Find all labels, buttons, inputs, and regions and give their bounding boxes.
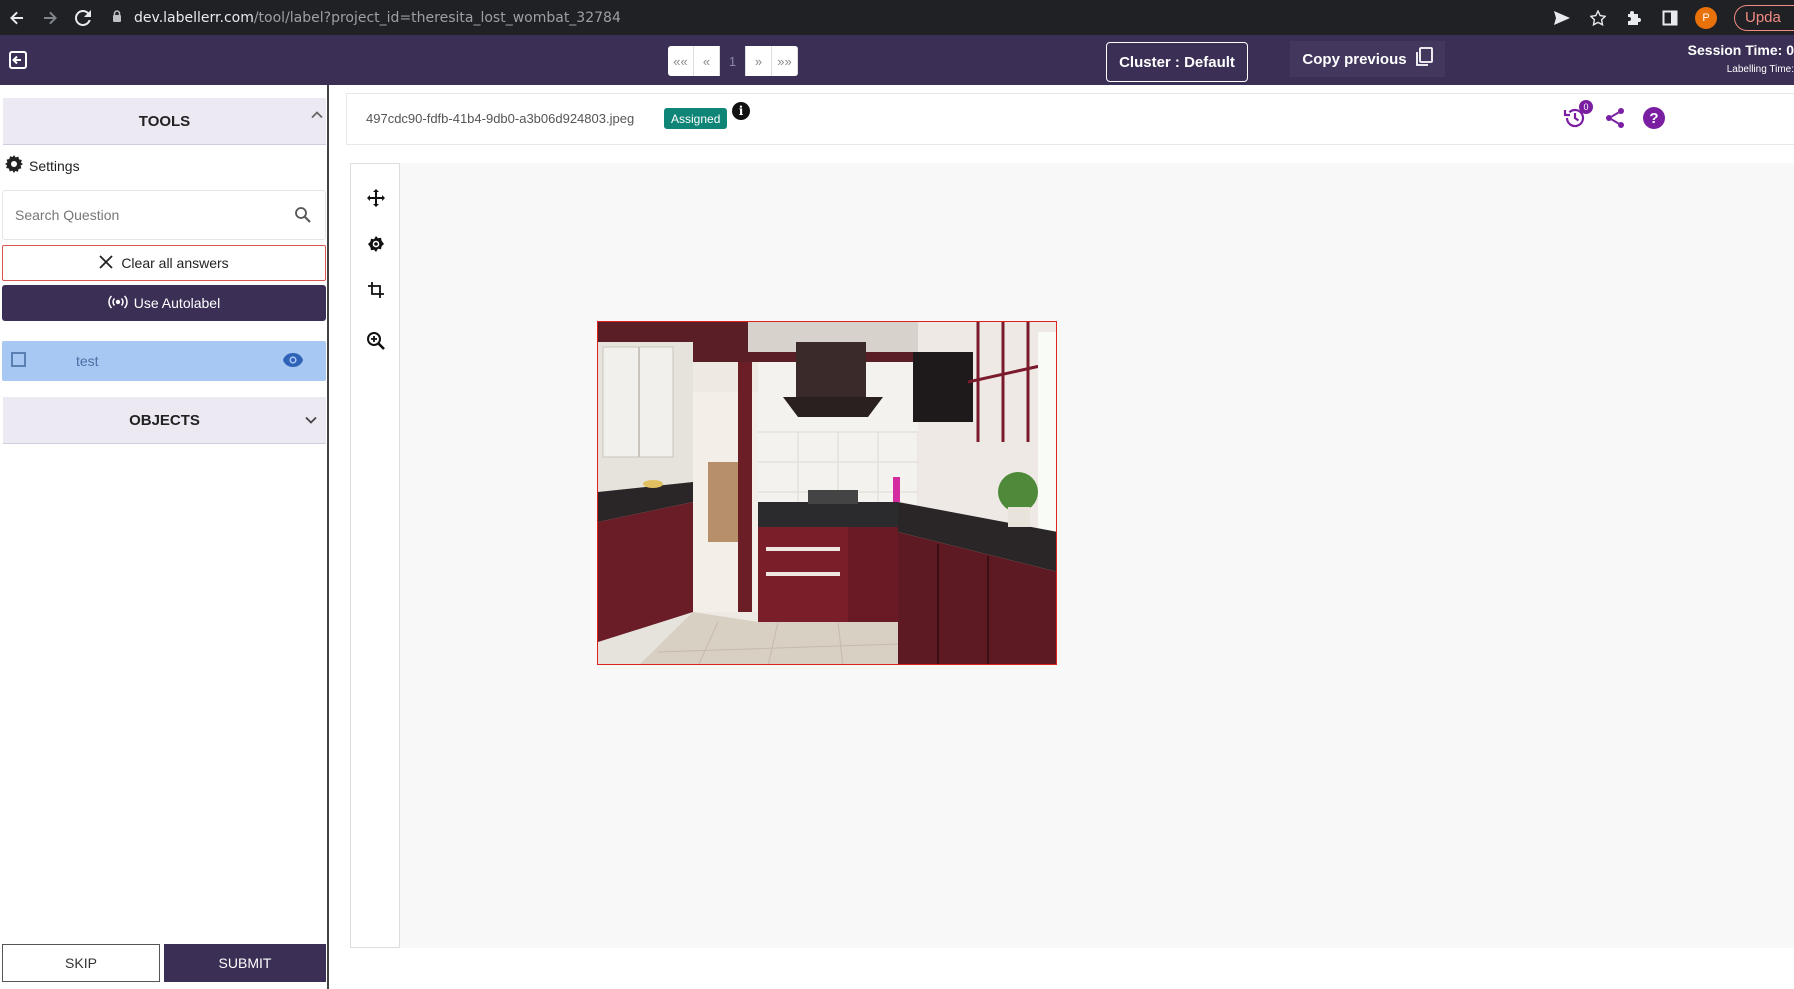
canvas-footer [346, 948, 1794, 989]
sidepanel-icon[interactable] [1652, 0, 1688, 35]
eye-icon[interactable] [282, 352, 304, 373]
share-icon[interactable] [1603, 106, 1627, 130]
chevron-down-icon [304, 413, 318, 431]
reload-icon[interactable] [66, 0, 99, 35]
last-page-button[interactable]: »» [772, 46, 798, 76]
use-autolabel-button[interactable]: Use Autolabel [2, 285, 326, 321]
extensions-icon[interactable] [1616, 0, 1652, 35]
send-icon[interactable] [1544, 0, 1580, 35]
copy-icon [1415, 47, 1433, 71]
annotation-toolbar [350, 163, 400, 948]
broadcast-icon [108, 294, 128, 312]
file-info-bar: 497cdc90-fdfb-41b4-9db0-a3b06d924803.jpe… [346, 93, 1794, 145]
current-page[interactable]: 1 [720, 46, 746, 76]
copy-previous-label: Copy previous [1302, 50, 1407, 68]
left-sidebar: TOOLS Settings Clear all answers Use Aut… [0, 85, 329, 989]
cluster-button[interactable]: Cluster : Default [1106, 42, 1248, 82]
help-icon[interactable]: ? [1643, 107, 1665, 129]
next-page-button[interactable]: » [746, 46, 772, 76]
settings-link[interactable]: Settings [5, 155, 80, 176]
session-time: Session Time: 0 [1687, 42, 1794, 58]
prev-page-button[interactable]: « [694, 46, 720, 76]
crop-icon[interactable] [364, 278, 388, 302]
exit-icon[interactable] [8, 50, 28, 70]
tools-section-header[interactable]: TOOLS [3, 98, 326, 145]
question-item[interactable]: test [2, 341, 326, 381]
browser-update-button[interactable]: Upda [1734, 4, 1794, 31]
question-label: test [76, 353, 99, 369]
gear-icon [5, 155, 23, 176]
file-name: 497cdc90-fdfb-41b4-9db0-a3b06d924803.jpe… [366, 111, 635, 126]
chevron-up-icon [310, 108, 324, 126]
tools-title: TOOLS [138, 112, 191, 130]
lock-icon [112, 9, 134, 26]
objects-title: OBJECTS [129, 411, 200, 429]
file-actions: 0 ? [1563, 100, 1665, 130]
profile-avatar[interactable]: P [1688, 0, 1724, 35]
search-question-box [2, 190, 326, 240]
pagination: «« « 1 » »» [668, 46, 798, 76]
profile-initial: P [1695, 6, 1717, 29]
close-icon [99, 254, 113, 272]
first-page-button[interactable]: «« [668, 46, 694, 76]
question-checkbox[interactable] [11, 352, 26, 367]
brightness-icon[interactable] [364, 232, 388, 256]
settings-label: Settings [29, 157, 80, 174]
app-header: «« « 1 » »» Cluster : Default Copy previ… [0, 35, 1794, 85]
zoom-in-icon[interactable] [364, 329, 388, 353]
status-badge: Assigned [664, 108, 728, 129]
info-icon[interactable]: i [732, 102, 750, 120]
clear-all-answers-button[interactable]: Clear all answers [2, 245, 326, 281]
browser-actions: P Upda [1544, 0, 1794, 35]
submit-button[interactable]: SUBMIT [164, 944, 326, 982]
skip-button[interactable]: SKIP [2, 944, 160, 982]
forward-icon[interactable] [33, 0, 66, 35]
autolabel-label: Use Autolabel [133, 295, 221, 311]
session-timer: Session Time: 0 Labelling Time: [1672, 42, 1794, 75]
history-count-badge: 0 [1579, 100, 1593, 114]
search-question-input[interactable] [15, 207, 275, 223]
history-icon[interactable]: 0 [1563, 100, 1593, 130]
search-icon[interactable] [294, 206, 311, 228]
kitchen-image[interactable] [597, 321, 1057, 665]
url-host: dev.labellerr.com [134, 9, 254, 26]
clear-label: Clear all answers [121, 255, 229, 271]
back-icon[interactable] [0, 0, 33, 35]
objects-section-header[interactable]: OBJECTS [3, 397, 326, 444]
star-icon[interactable] [1580, 0, 1616, 35]
copy-previous-button[interactable]: Copy previous [1290, 41, 1445, 77]
address-bar[interactable]: dev.labellerr.com/tool/label?project_id=… [106, 3, 1546, 32]
move-icon[interactable] [364, 186, 388, 210]
labelling-time: Labelling Time: [1726, 64, 1794, 75]
url-path: /tool/label?project_id=theresita_lost_wo… [253, 9, 621, 26]
